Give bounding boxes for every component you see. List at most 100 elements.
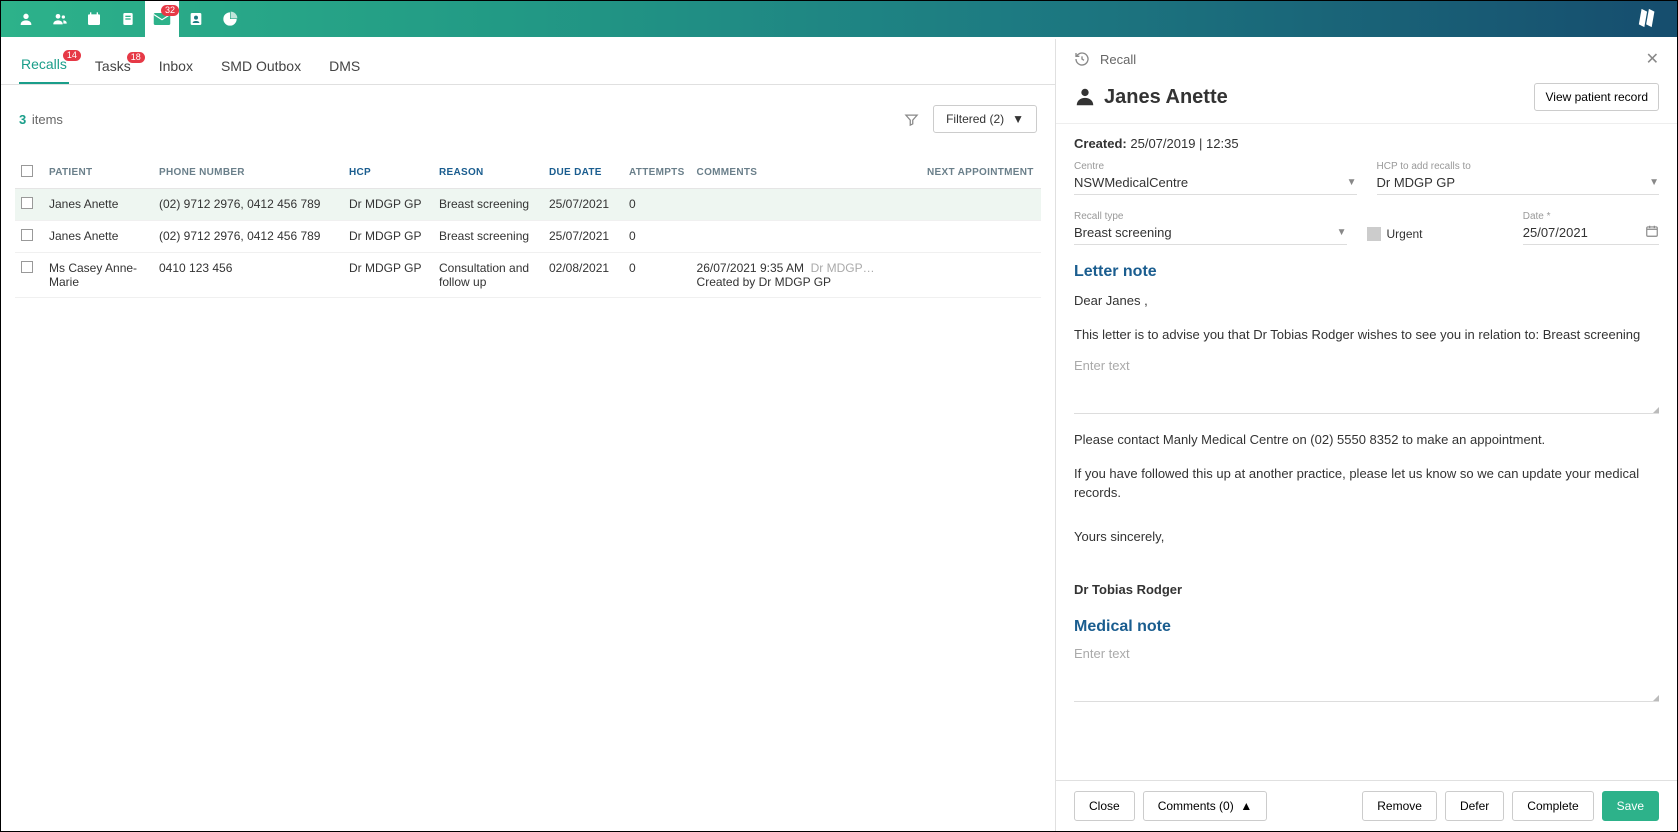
field-label: Date * — [1523, 211, 1659, 222]
filter-button[interactable]: Filtered (2) ▼ — [933, 105, 1037, 133]
letter-line: Yours sincerely, — [1074, 527, 1659, 547]
comments-button[interactable]: Comments (0) ▲ — [1143, 791, 1268, 821]
contacts-icon[interactable] — [179, 1, 213, 37]
pie-icon[interactable] — [213, 1, 247, 37]
letter-body: Dear Janes , This letter is to advise yo… — [1074, 291, 1659, 600]
letter-line: This letter is to advise you that Dr Tob… — [1074, 325, 1659, 345]
cell-comments — [691, 189, 921, 221]
remove-button[interactable]: Remove — [1362, 791, 1437, 821]
tab-smd[interactable]: SMD Outbox — [219, 46, 303, 84]
cell-hcp: Dr MDGP GP — [343, 253, 433, 298]
mail-badge: 32 — [161, 5, 179, 16]
cell-next — [921, 221, 1041, 253]
tab-label: Recalls — [21, 56, 67, 72]
cell-next — [921, 189, 1041, 221]
letter-note-title: Letter note — [1074, 263, 1659, 281]
medical-textarea[interactable]: Enter text — [1074, 646, 1659, 702]
tab-dms[interactable]: DMS — [327, 46, 362, 84]
person-icon[interactable] — [9, 1, 43, 37]
cell-patient: Ms Casey Anne-Marie — [43, 253, 153, 298]
cell-due: 25/07/2021 — [543, 221, 623, 253]
close-button[interactable]: Close — [1074, 791, 1135, 821]
medical-note-title: Medical note — [1074, 618, 1659, 636]
people-icon[interactable] — [43, 1, 77, 37]
cell-due: 02/08/2021 — [543, 253, 623, 298]
cell-hcp: Dr MDGP GP — [343, 221, 433, 253]
recall-panel: Recall ✕ Janes Anette View patient recor… — [1055, 39, 1677, 831]
patient-name: Janes Anette — [1104, 86, 1228, 109]
notes-icon[interactable] — [111, 1, 145, 37]
panel-footer: Close Comments (0) ▲ Remove Defer Comple… — [1056, 780, 1677, 831]
close-icon[interactable]: ✕ — [1646, 49, 1659, 69]
placeholder: Enter text — [1074, 358, 1130, 373]
cell-attempts: 0 — [623, 221, 691, 253]
tab-inbox[interactable]: Inbox — [157, 46, 195, 84]
col-patient[interactable]: PATIENT — [43, 157, 153, 189]
calendar-icon[interactable] — [77, 1, 111, 37]
field-label: HCP to add recalls to — [1377, 161, 1660, 172]
cell-phone: (02) 9712 2976, 0412 456 789 — [153, 189, 343, 221]
field-value: Breast screening — [1074, 222, 1347, 240]
brand-icon[interactable] — [1637, 7, 1661, 31]
field-label: Recall type — [1074, 211, 1347, 222]
items-count: 3 — [19, 112, 26, 127]
panel-title: Recall — [1100, 52, 1136, 67]
field-value: 25/07/2021 — [1523, 222, 1659, 240]
recall-type-select[interactable]: Recall type Breast screening ▼ — [1074, 209, 1347, 245]
defer-button[interactable]: Defer — [1445, 791, 1504, 821]
caret-down-icon: ▼ — [1347, 177, 1357, 188]
letter-line: Please contact Manly Medical Centre on (… — [1074, 430, 1659, 450]
select-all-checkbox[interactable] — [21, 165, 33, 177]
caret-down-icon: ▼ — [1012, 112, 1024, 126]
letter-textarea[interactable]: Enter text — [1074, 358, 1659, 414]
filter-icon[interactable] — [904, 112, 919, 127]
recalls-table: PATIENT PHONE NUMBER HCP REASON DUE DATE… — [15, 157, 1041, 298]
recalls-badge: 14 — [63, 50, 81, 61]
table-row[interactable]: Janes Anette (02) 9712 2976, 0412 456 78… — [15, 189, 1041, 221]
complete-button[interactable]: Complete — [1512, 791, 1593, 821]
filter-label: Filtered (2) — [946, 112, 1004, 126]
cell-phone: 0410 123 456 — [153, 253, 343, 298]
cell-phone: (02) 9712 2976, 0412 456 789 — [153, 221, 343, 253]
created-line: Created: 25/07/2019 | 12:35 — [1074, 136, 1659, 151]
letter-signer: Dr Tobias Rodger — [1074, 580, 1659, 600]
cell-patient: Janes Anette — [43, 189, 153, 221]
col-reason[interactable]: REASON — [433, 157, 543, 189]
checkbox-icon — [1367, 227, 1381, 241]
tab-recalls[interactable]: Recalls14 — [19, 44, 69, 84]
table-row[interactable]: Janes Anette (02) 9712 2976, 0412 456 78… — [15, 221, 1041, 253]
centre-select[interactable]: Centre NSWMedicalCentre ▼ — [1074, 159, 1357, 195]
cell-comments: 26/07/2021 9:35 AM Dr MDGP… Created by D… — [691, 253, 921, 298]
row-checkbox[interactable] — [21, 229, 33, 241]
cell-reason: Breast screening — [433, 189, 543, 221]
mail-icon[interactable]: 32 — [145, 1, 179, 37]
main-list: 3 items Filtered (2) ▼ PATIENT PHONE NUMB… — [1, 85, 1055, 831]
table-row[interactable]: Ms Casey Anne-Marie 0410 123 456 Dr MDGP… — [15, 253, 1041, 298]
top-icon-group: 32 — [9, 1, 247, 37]
placeholder: Enter text — [1074, 646, 1130, 661]
tab-tasks[interactable]: Tasks18 — [93, 46, 133, 84]
urgent-label: Urgent — [1387, 227, 1423, 241]
col-due[interactable]: DUE DATE — [543, 157, 623, 189]
cell-next — [921, 253, 1041, 298]
col-hcp[interactable]: HCP — [343, 157, 433, 189]
tab-label: Tasks — [95, 58, 131, 74]
hcp-select[interactable]: HCP to add recalls to Dr MDGP GP ▼ — [1377, 159, 1660, 195]
cell-due: 25/07/2021 — [543, 189, 623, 221]
field-label: Centre — [1074, 161, 1357, 172]
row-checkbox[interactable] — [21, 197, 33, 209]
items-label: items — [28, 112, 63, 127]
letter-line: If you have followed this up at another … — [1074, 464, 1659, 503]
cell-patient: Janes Anette — [43, 221, 153, 253]
save-button[interactable]: Save — [1602, 791, 1659, 821]
row-checkbox[interactable] — [21, 261, 33, 273]
cell-comments — [691, 221, 921, 253]
col-comments: COMMENTS — [691, 157, 921, 189]
col-next: NEXT APPOINTMENT — [921, 157, 1041, 189]
caret-down-icon: ▼ — [1337, 227, 1347, 238]
urgent-checkbox[interactable]: Urgent — [1367, 209, 1503, 245]
date-field[interactable]: Date * 25/07/2021 — [1523, 209, 1659, 245]
col-phone: PHONE NUMBER — [153, 157, 343, 189]
view-patient-record-button[interactable]: View patient record — [1534, 83, 1659, 111]
letter-line: Dear Janes , — [1074, 291, 1659, 311]
